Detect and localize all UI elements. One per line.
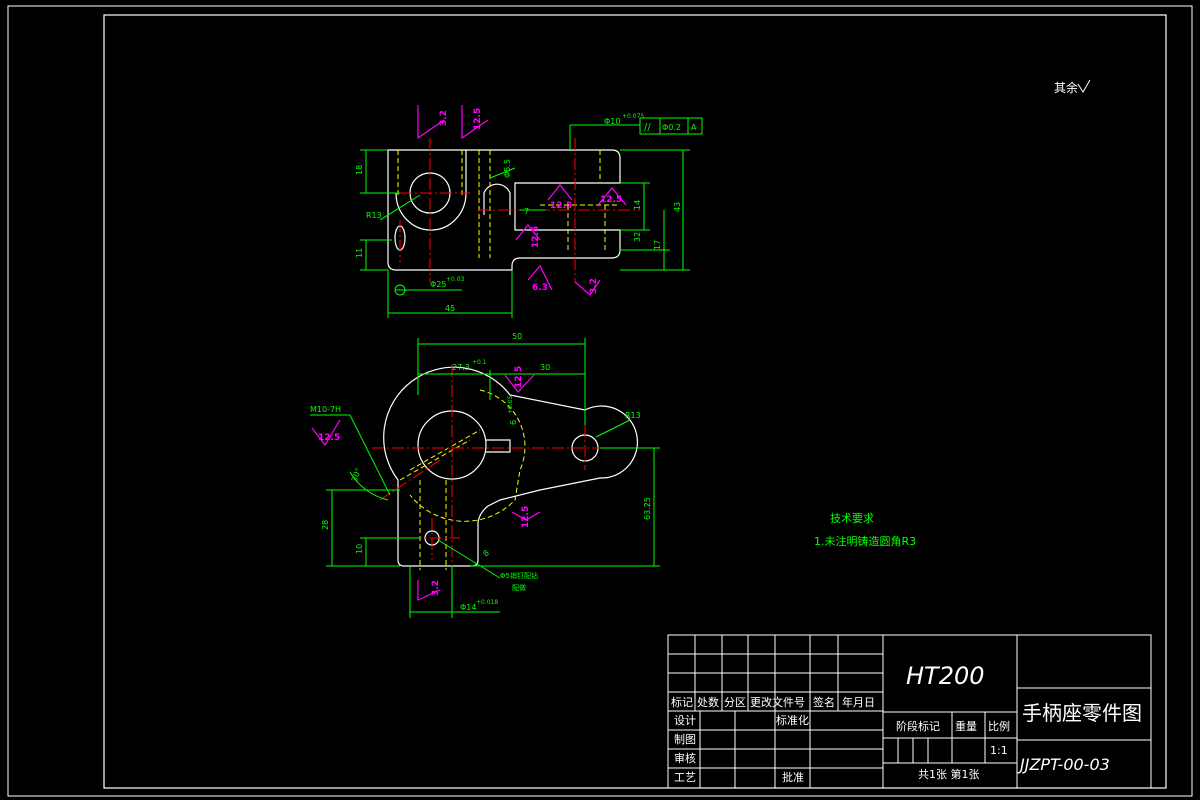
- top-dim-length: 45: [445, 304, 455, 313]
- top-roughness-1: 3.2: [439, 110, 449, 126]
- front-slot: [486, 439, 511, 453]
- front-roughness-2: 12.5: [318, 433, 340, 443]
- front-dim-14-dev: +0.018: [476, 599, 498, 606]
- row-process: 工艺: [674, 771, 696, 784]
- front-dim-r13: R13: [625, 411, 641, 420]
- material: HT200: [906, 662, 985, 690]
- front-dim-27: 27.3: [452, 363, 470, 372]
- header-date: 年月日: [842, 695, 875, 709]
- tol-diameter: Φ10: [604, 117, 620, 126]
- front-dim-8: 8: [481, 548, 491, 558]
- top-dim-d8: 11: [355, 248, 364, 258]
- top-dim-d4: 32: [633, 232, 642, 242]
- top-dim-d6: 43: [673, 202, 682, 212]
- top-dim-d5: 17: [653, 240, 662, 250]
- front-dim-27-dev: +0.1: [472, 359, 487, 366]
- top-boss-arc: [395, 150, 467, 231]
- tol-symbol: //: [644, 122, 651, 133]
- front-dim-14: Φ14: [460, 603, 476, 612]
- tol-diameter-dev: +0.075: [622, 113, 644, 120]
- front-dim-50: 50: [512, 332, 522, 341]
- row-standardization: 标准化: [776, 713, 809, 727]
- top-roughness-2: 12.5: [473, 108, 483, 130]
- header-mark: 标记: [671, 695, 693, 709]
- top-dim-d1: Φ5.5: [503, 159, 512, 178]
- tol-datum: A: [691, 123, 697, 132]
- top-roughness-4: 12.5: [600, 195, 622, 205]
- tech-req-title: 技术要求: [830, 512, 874, 525]
- front-dim-thread: M10-7H: [310, 405, 341, 414]
- row-drafting: 制图: [674, 733, 696, 746]
- header-count: 处数: [697, 696, 719, 709]
- roughness-note-symbol: [1077, 79, 1091, 93]
- top-dim-d7: 18: [355, 165, 364, 175]
- row-approval: 批准: [782, 770, 804, 784]
- front-dim-30: 30: [540, 363, 550, 372]
- top-dim-bore: Φ25: [430, 280, 446, 289]
- cad-drawing: 其余 Φ10 +0.075 // Φ0.2 A Φ5.5 7 14 32 17 …: [7, 5, 1193, 797]
- front-dim-pin-note: 配做: [512, 583, 526, 592]
- scale-label: 比例: [988, 719, 1010, 733]
- roughness-note: 其余: [1054, 80, 1078, 95]
- top-view: Φ10 +0.075 // Φ0.2 A Φ5.5 7 14 32 17 43 …: [355, 105, 703, 318]
- top-roughness-5: 12.5: [531, 226, 541, 248]
- front-view: 50 27.3 +0.1 30 M10-7H R13 6 +0.05 30° 6…: [310, 332, 660, 618]
- top-roughness-7: 3.2: [589, 278, 599, 294]
- top-roughness-3: 12.5: [550, 201, 572, 211]
- front-dim-63: 63.25: [643, 497, 652, 520]
- top-roughness-6: 6.3: [532, 283, 548, 293]
- header-signature: 签名: [813, 695, 835, 709]
- part-name: 手柄座零件图: [1022, 701, 1142, 725]
- front-dim-ang: 30°: [350, 467, 363, 483]
- tol-value: Φ0.2: [662, 123, 681, 132]
- front-dim-pin: Φ5销钉配钻: [500, 571, 538, 580]
- front-roughness-3: 12.5: [521, 506, 531, 528]
- front-dim-6: 6: [509, 420, 518, 425]
- header-zone: 分区: [724, 696, 746, 709]
- front-dim-28: 28: [321, 520, 330, 530]
- top-dim-r13: R13: [366, 211, 382, 220]
- row-design: 设计: [674, 714, 696, 727]
- stage-mark-label: 阶段标记: [896, 719, 940, 733]
- scale-value: 1:1: [990, 744, 1008, 757]
- top-dim-bore-dev: +0.03: [446, 276, 465, 283]
- front-roughness-1: 12.5: [514, 366, 524, 388]
- front-dim-10: 10: [355, 544, 364, 554]
- weight-label: 重量: [955, 719, 977, 733]
- top-dim-d2: 7: [524, 207, 529, 216]
- front-dim-6-dev: +0.05: [507, 395, 514, 414]
- sheets-info: 共1张 第1张: [918, 767, 980, 781]
- drawing-number: JJZPT-00-03: [1017, 755, 1110, 774]
- tech-req-item: 1.未注明铸造圆角R3: [814, 534, 916, 548]
- inner-border: [103, 14, 1167, 789]
- top-dim-d3: 14: [633, 200, 642, 210]
- header-change-doc: 更改文件号: [750, 695, 805, 709]
- row-checking: 审核: [674, 751, 696, 765]
- front-roughness-4: 3.2: [431, 580, 441, 596]
